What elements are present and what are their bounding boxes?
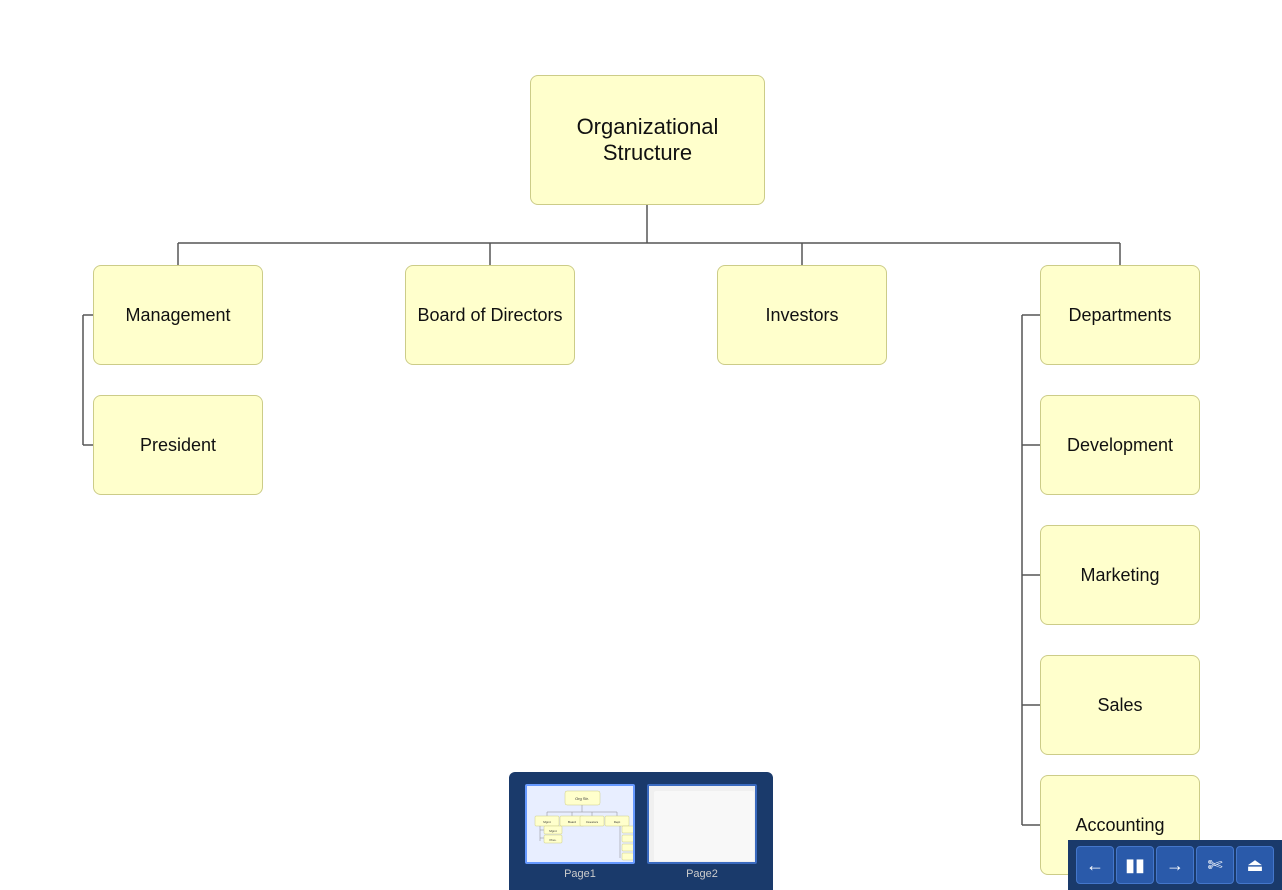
exit-button[interactable]: ⏏ bbox=[1236, 846, 1274, 884]
page2-label: Page2 bbox=[686, 868, 718, 880]
svg-text:Dept: Dept bbox=[614, 820, 621, 824]
pause-button[interactable]: ▮▮ bbox=[1116, 846, 1154, 884]
node-sales[interactable]: Sales bbox=[1040, 655, 1200, 755]
node-management[interactable]: Management bbox=[93, 265, 263, 365]
next-button[interactable]: → bbox=[1156, 846, 1194, 884]
page1-label: Page1 bbox=[564, 868, 596, 880]
svg-text:Board: Board bbox=[568, 820, 576, 824]
tools-button[interactable]: ✄ bbox=[1196, 846, 1234, 884]
node-development[interactable]: Development bbox=[1040, 395, 1200, 495]
node-departments[interactable]: Departments bbox=[1040, 265, 1200, 365]
node-board[interactable]: Board of Directors bbox=[405, 265, 575, 365]
node-investors[interactable]: Investors bbox=[717, 265, 887, 365]
node-president[interactable]: President bbox=[93, 395, 263, 495]
prev-button[interactable]: ← bbox=[1076, 846, 1114, 884]
page-thumb-img-2 bbox=[647, 784, 757, 864]
node-marketing[interactable]: Marketing bbox=[1040, 525, 1200, 625]
page-thumb-img-1: Org Str. Mgmt Board Investors Dept bbox=[525, 784, 635, 864]
svg-text:Investors: Investors bbox=[586, 820, 599, 824]
page-thumb-2[interactable]: Page2 bbox=[647, 784, 757, 880]
svg-text:Mgmt: Mgmt bbox=[549, 829, 557, 833]
page-navigator: Org Str. Mgmt Board Investors Dept bbox=[509, 772, 773, 890]
bottom-toolbar: ← ▮▮ → ✄ ⏏ bbox=[1068, 840, 1282, 890]
svg-text:Mgmt: Mgmt bbox=[543, 820, 551, 824]
svg-text:Org Str.: Org Str. bbox=[575, 796, 589, 801]
page-thumb-1[interactable]: Org Str. Mgmt Board Investors Dept bbox=[525, 784, 635, 880]
node-root[interactable]: Organizational Structure bbox=[530, 75, 765, 205]
svg-text:Pres.: Pres. bbox=[549, 838, 556, 842]
diagram-area: Organizational Structure Management Pres… bbox=[0, 0, 1282, 890]
